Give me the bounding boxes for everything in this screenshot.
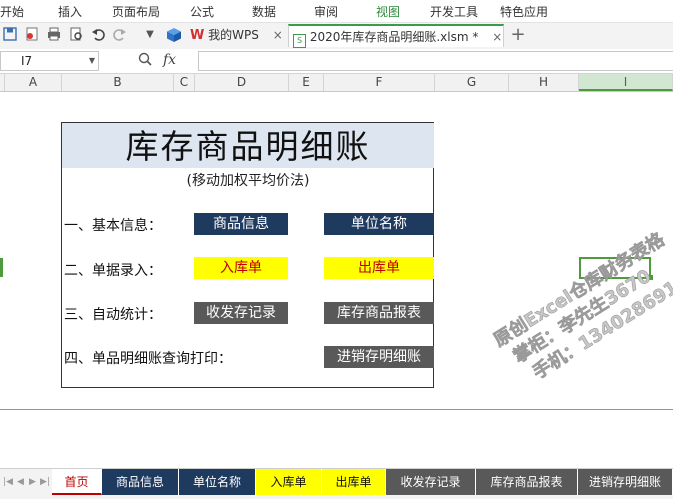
print-preview-icon[interactable]: [68, 27, 84, 43]
sheet-tab-ledger-detail[interactable]: 进销存明细账: [578, 469, 673, 495]
active-row-marker: [0, 258, 3, 277]
zoom-icon[interactable]: [138, 52, 152, 69]
menu-item-review[interactable]: 审阅: [314, 3, 338, 20]
sheet-tab-transaction-record[interactable]: 收发存记录: [386, 469, 476, 495]
close-icon[interactable]: ×: [273, 28, 283, 42]
sheet-tab-inventory-report[interactable]: 库存商品报表: [476, 469, 578, 495]
unit-name-button[interactable]: 单位名称: [324, 213, 434, 235]
undo-icon[interactable]: [90, 27, 106, 43]
page-title: 库存商品明细账: [125, 127, 371, 166]
menu-item-special[interactable]: 特色应用: [500, 3, 548, 20]
column-header: A B C D E F G H I: [0, 74, 673, 92]
column-header-e[interactable]: E: [289, 74, 324, 91]
row-label-document-entry: 二、单据录入：: [64, 263, 162, 279]
wps-logo-icon: W: [190, 28, 205, 43]
stock-in-button[interactable]: 入库单: [194, 257, 288, 279]
page-subtitle: (移动加权平均价法): [186, 173, 310, 189]
product-info-button[interactable]: 商品信息: [194, 213, 288, 235]
menu-item-insert[interactable]: 插入: [58, 3, 82, 20]
next-sheet-icon[interactable]: ▶: [29, 477, 36, 487]
tab-my-wps[interactable]: W 我的WPS ×: [190, 24, 286, 47]
quick-access-toolbar: ▼ W 我的WPS × S 2020年库存商品明细账.xlsm * × +: [0, 22, 673, 50]
formula-input[interactable]: [198, 51, 673, 71]
cell-reference: I7: [21, 54, 33, 68]
print-icon[interactable]: [46, 27, 62, 43]
tab-workbook-label: 2020年库存商品明细账.xlsm *: [309, 30, 479, 44]
sheet-tab-stock-in[interactable]: 入库单: [256, 469, 322, 495]
column-header-c[interactable]: C: [174, 74, 195, 91]
column-header-g[interactable]: G: [435, 74, 509, 91]
tab-workbook[interactable]: S 2020年库存商品明细账.xlsm * ×: [288, 24, 504, 48]
column-header-b[interactable]: B: [62, 74, 174, 91]
name-box[interactable]: I7 ▼: [0, 51, 99, 71]
menu-item-home[interactable]: 开始: [0, 3, 24, 20]
column-header-f[interactable]: F: [324, 74, 435, 91]
column-header-h[interactable]: H: [509, 74, 579, 91]
pdf-icon[interactable]: [24, 27, 40, 43]
wps-cube-icon[interactable]: [166, 27, 182, 43]
save-icon[interactable]: [2, 27, 18, 43]
ledger-detail-button[interactable]: 进销存明细账: [324, 346, 434, 368]
function-icon[interactable]: fx: [163, 52, 176, 68]
tab-my-wps-label: 我的WPS: [208, 28, 259, 42]
column-header-i[interactable]: I: [579, 74, 673, 91]
chevron-down-icon[interactable]: ▼: [89, 52, 95, 70]
menu-item-view[interactable]: 视图: [376, 3, 400, 20]
sheet-tab-product-info[interactable]: 商品信息: [102, 469, 179, 495]
inventory-report-button[interactable]: 库存商品报表: [324, 302, 434, 324]
row-label-auto-stats: 三、自动统计：: [64, 307, 162, 323]
stock-out-button[interactable]: 出库单: [324, 257, 434, 279]
first-sheet-icon[interactable]: |◀: [3, 477, 13, 487]
menu-item-page-layout[interactable]: 页面布局: [112, 3, 160, 20]
menu-item-formulas[interactable]: 公式: [190, 3, 214, 20]
last-sheet-icon[interactable]: ▶|: [40, 477, 50, 487]
sheet-tab-home[interactable]: 首页: [52, 469, 102, 495]
menu-bar: 开始 插入 页面布局 公式 数据 审阅 视图 开发工具 特色应用: [0, 0, 673, 22]
row-label-basic-info: 一、基本信息：: [64, 218, 162, 234]
sheet-tab-stock-out[interactable]: 出库单: [322, 469, 386, 495]
prev-sheet-icon[interactable]: ◀: [17, 477, 24, 487]
dropdown-icon[interactable]: ▼: [142, 27, 158, 43]
redo-icon[interactable]: [112, 27, 128, 43]
formula-bar: I7 ▼ fx: [0, 49, 673, 74]
row-label-item-ledger: 四、单品明细账查询打印：: [64, 351, 232, 367]
new-tab-icon[interactable]: +: [510, 26, 526, 44]
sheet-tab-bar: |◀ ◀ ▶ ▶| 首页 商品信息 单位名称 入库单 出库单 收发存记录 库存商…: [0, 468, 673, 499]
menu-item-data[interactable]: 数据: [252, 3, 276, 20]
close-icon[interactable]: ×: [492, 30, 502, 44]
sheet-tab-unit-name[interactable]: 单位名称: [179, 469, 256, 495]
column-header-d[interactable]: D: [195, 74, 289, 91]
menu-item-developer[interactable]: 开发工具: [430, 3, 478, 20]
column-header-a[interactable]: A: [5, 74, 62, 91]
sheet-file-icon: S: [293, 34, 306, 48]
transaction-record-button[interactable]: 收发存记录: [194, 302, 288, 324]
